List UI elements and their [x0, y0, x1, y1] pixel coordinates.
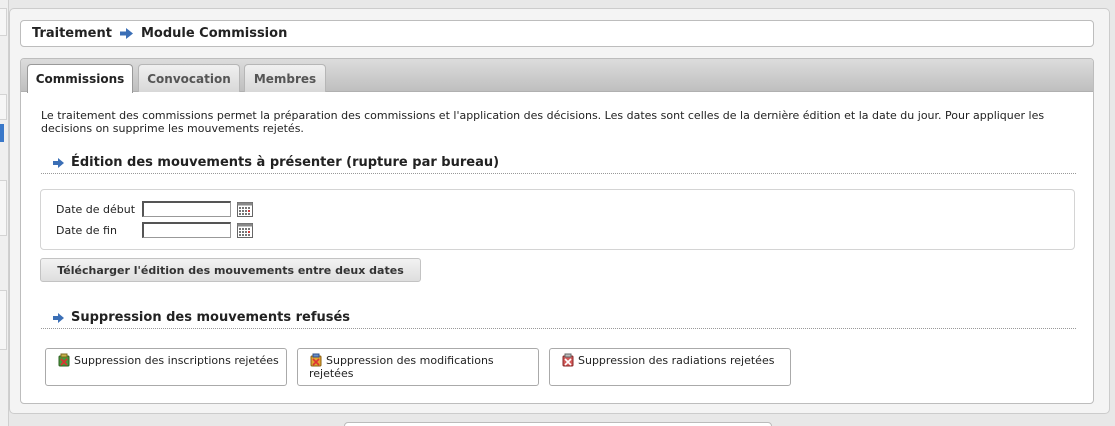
download-edition-button[interactable]: Télécharger l'édition des mouvements ent…	[40, 258, 421, 282]
date-fin-input[interactable]	[142, 222, 231, 238]
delete-modifications-button[interactable]: Suppression des modifications rejetées	[297, 348, 539, 386]
background-left-item	[0, 94, 7, 120]
arrow-right-icon	[53, 154, 64, 172]
breadcrumb-item-module: Module Commission	[140, 26, 288, 41]
description-text: Le traitement des commissions permet la …	[41, 109, 1045, 135]
delete-inscriptions-label: Suppression des inscriptions rejetées	[74, 354, 279, 367]
background-left-item	[0, 8, 7, 36]
modification-delete-icon	[309, 353, 323, 367]
breadcrumb-item-traitement: Traitement	[32, 26, 112, 41]
date-range-fieldset: Date de début Date de fin	[40, 189, 1075, 250]
breadcrumb: Traitement Module Commission	[20, 20, 1094, 47]
background-app-left-edge	[0, 0, 9, 426]
calendar-icon[interactable]	[237, 201, 253, 217]
tab-convocation[interactable]: Convocation	[138, 64, 240, 92]
background-left-selection-marker	[0, 124, 4, 142]
section-title-suppression-text: Suppression des mouvements refusés	[71, 310, 351, 325]
date-fin-label: Date de fin	[56, 223, 117, 237]
delete-radiations-button[interactable]: Suppression des radiations rejetées	[549, 348, 791, 386]
section-title-suppression: Suppression des mouvements refusés	[41, 307, 1076, 329]
calendar-icon[interactable]	[237, 222, 253, 238]
arrow-right-icon	[119, 28, 133, 39]
section-title-edition-text: Édition des mouvements à présenter (rupt…	[71, 155, 500, 170]
date-debut-row: Date de début	[56, 201, 253, 217]
inscription-delete-icon	[57, 353, 71, 367]
date-debut-input[interactable]	[142, 201, 231, 217]
date-fin-row: Date de fin	[56, 222, 253, 238]
date-debut-label: Date de début	[56, 202, 136, 216]
tab-commissions[interactable]: Commissions	[27, 64, 133, 93]
tabs-container: Commissions Convocation Membres Le trait…	[20, 58, 1094, 404]
delete-modifications-label: Suppression des modifications rejetées	[309, 354, 494, 380]
background-left-item	[0, 180, 7, 236]
arrow-right-icon	[53, 309, 64, 327]
radiation-delete-icon	[561, 353, 575, 367]
background-bottom-panel	[344, 422, 772, 426]
delete-inscriptions-button[interactable]: Suppression des inscriptions rejetées	[45, 348, 287, 386]
background-left-item	[0, 290, 7, 350]
tab-membres[interactable]: Membres	[244, 64, 326, 92]
section-title-edition: Édition des mouvements à présenter (rupt…	[41, 152, 1076, 174]
delete-radiations-label: Suppression des radiations rejetées	[578, 354, 775, 367]
tab-bar: Commissions Convocation Membres	[21, 59, 1093, 93]
